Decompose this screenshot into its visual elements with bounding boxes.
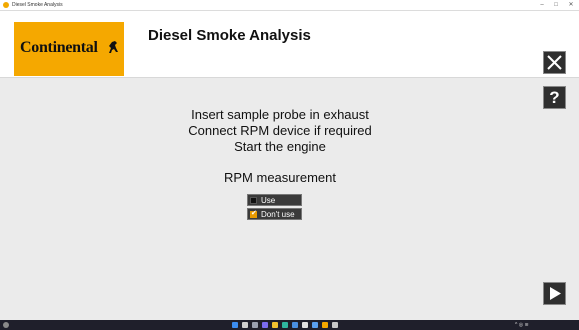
- option-label: Don't use: [261, 210, 295, 219]
- start-icon[interactable]: [232, 322, 238, 328]
- rpm-option-dont-use[interactable]: ✔ Don't use: [247, 208, 302, 220]
- app-icon: [3, 2, 9, 8]
- continental-logo: Continental: [14, 22, 124, 76]
- chrome-icon[interactable]: [302, 322, 308, 328]
- store-icon[interactable]: [292, 322, 298, 328]
- page-title: Diesel Smoke Analysis: [148, 27, 311, 44]
- settings-icon[interactable]: [312, 322, 318, 328]
- search-icon[interactable]: [242, 322, 248, 328]
- play-arrow-icon: [550, 287, 561, 300]
- explorer-icon[interactable]: [272, 322, 278, 328]
- app-task-icon-2[interactable]: [332, 322, 338, 328]
- instruction-line: Connect RPM device if required: [188, 123, 372, 138]
- option-label: Use: [261, 196, 276, 205]
- app-header: Continental Diesel Smoke Analysis: [0, 11, 579, 78]
- instruction-line: Start the engine: [234, 139, 326, 154]
- window-title: Diesel Smoke Analysis: [12, 2, 63, 8]
- logo-text: Continental: [20, 39, 98, 56]
- horse-logo-icon: [109, 41, 118, 53]
- window-titlebar: Diesel Smoke Analysis – □ ✕: [0, 0, 579, 11]
- system-tray[interactable]: ^ ◎ ≋: [515, 322, 529, 328]
- close-button[interactable]: [543, 51, 566, 74]
- check-icon: ✔: [251, 210, 257, 217]
- dont-use-checkbox[interactable]: ✔: [250, 210, 257, 218]
- taskview-icon[interactable]: [252, 322, 258, 328]
- edge-icon[interactable]: [282, 322, 288, 328]
- minimize-icon[interactable]: –: [535, 0, 549, 10]
- maximize-icon[interactable]: □: [549, 0, 563, 10]
- window-close-icon[interactable]: ✕: [564, 0, 578, 10]
- next-button[interactable]: [543, 282, 566, 305]
- instructions: Insert sample probe in exhaust Connect R…: [140, 107, 420, 155]
- os-taskbar: ^ ◎ ≋: [0, 320, 579, 330]
- weather-icon[interactable]: [3, 322, 9, 328]
- app-task-icon[interactable]: [322, 322, 328, 328]
- chat-icon[interactable]: [262, 322, 268, 328]
- help-button[interactable]: ?: [543, 86, 566, 109]
- rpm-measurement-title: RPM measurement: [224, 170, 336, 185]
- close-icon: [547, 55, 562, 70]
- rpm-option-use[interactable]: Use: [247, 194, 302, 206]
- instruction-line: Insert sample probe in exhaust: [191, 107, 369, 122]
- use-checkbox[interactable]: [250, 197, 257, 204]
